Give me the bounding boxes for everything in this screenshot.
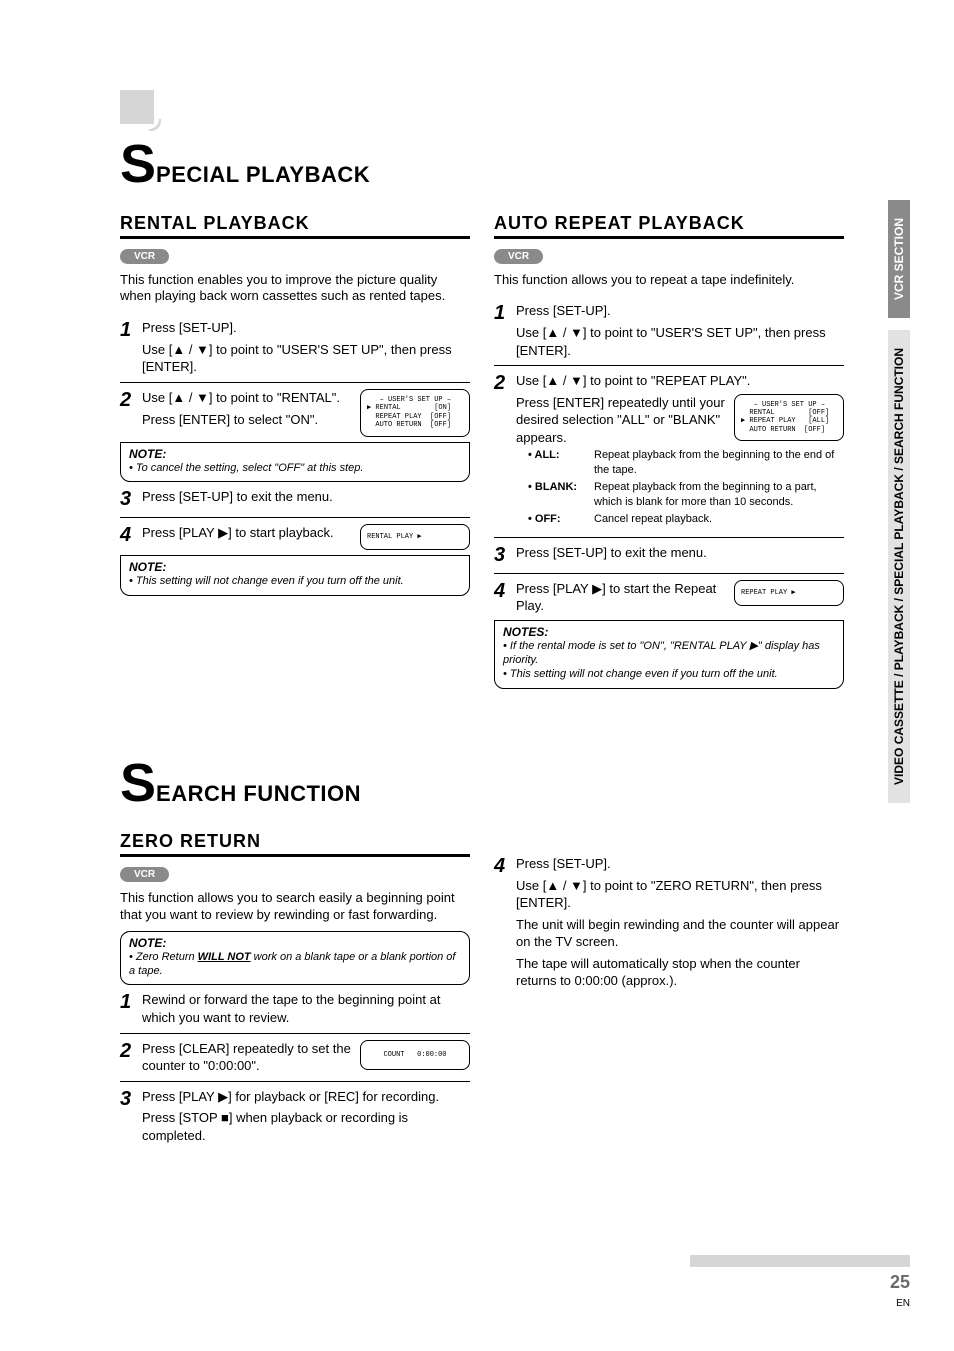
chapter-initial: S xyxy=(120,759,156,808)
option-label: • OFF: xyxy=(528,512,590,527)
option-desc: Repeat playback from the beginning to a … xyxy=(594,480,844,510)
page-corner-icon xyxy=(120,90,154,124)
step-text: Press [ENTER] to select "ON". xyxy=(142,411,352,429)
vcr-pill: VCR xyxy=(120,249,169,264)
page-lang: EN xyxy=(896,1298,910,1309)
note-body: • This setting will not change even if y… xyxy=(503,667,835,681)
option-desc: Repeat playback from the beginning to th… xyxy=(594,448,844,478)
chapter-initial: S xyxy=(120,140,156,189)
section-auto-repeat-playback: AUTO REPEAT PLAYBACK VCR This function a… xyxy=(494,203,844,689)
osd-screen: RENTAL PLAY ▶ xyxy=(360,524,470,550)
vcr-pill: VCR xyxy=(120,867,169,882)
chapter-title-search-function: S EARCH FUNCTION xyxy=(120,759,910,808)
step-number: 3 xyxy=(494,544,516,567)
step-number: 3 xyxy=(120,488,142,511)
step-3: 3 Press [SET-UP] to exit the menu. xyxy=(494,538,844,574)
option-label: • ALL: xyxy=(528,448,590,478)
note-text: • Zero Return xyxy=(129,951,198,963)
note-body: • If the rental mode is set to "ON", "RE… xyxy=(503,639,835,668)
step-1: 1 Rewind or forward the tape to the begi… xyxy=(120,985,470,1033)
note-title: NOTE: xyxy=(129,560,461,574)
step-number: 1 xyxy=(494,302,516,325)
section-intro: This function allows you to repeat a tap… xyxy=(494,272,844,289)
step-3: 3 Press [SET-UP] to exit the menu. xyxy=(120,482,470,518)
osd-screen: COUNT 0:00:00 xyxy=(360,1040,470,1070)
vcr-pill: VCR xyxy=(494,249,543,264)
step-number: 2 xyxy=(120,389,142,412)
chapter-rest: PECIAL PLAYBACK xyxy=(156,162,370,188)
step-1: 1 Press [SET-UP]. Use [▲ / ▼] to point t… xyxy=(494,296,844,366)
note-body: • This setting will not change even if y… xyxy=(129,574,461,588)
side-tab-breadcrumb: VIDEO CASSETTE / PLAYBACK / SPECIAL PLAY… xyxy=(888,330,910,803)
section-title: RENTAL PLAYBACK xyxy=(120,213,470,239)
side-tab-group: VCR SECTION VIDEO CASSETTE / PLAYBACK / … xyxy=(888,200,910,815)
section-intro: This function allows you to search easil… xyxy=(120,890,470,924)
step-text: Rewind or forward the tape to the beginn… xyxy=(142,991,470,1026)
step-text: Press [PLAY ▶] to start the Repeat Play. xyxy=(516,580,726,615)
step-4: 4 Press [SET-UP]. Use [▲ / ▼] to point t… xyxy=(494,849,844,996)
step-text: Press [SET-UP]. xyxy=(516,302,844,320)
side-tab-vcr-section: VCR SECTION xyxy=(888,200,910,318)
note-text-underline: WILL NOT xyxy=(198,951,251,963)
step-text: Press [SET-UP]. xyxy=(516,855,844,873)
option-label: • BLANK: xyxy=(528,480,590,510)
note-title: NOTE: xyxy=(129,936,461,950)
step-2: 2 Use [▲ / ▼] to point to "REPEAT PLAY".… xyxy=(494,366,844,537)
step-text: The tape will automatically stop when th… xyxy=(516,955,844,990)
note-box: NOTE: • Zero Return WILL NOT work on a b… xyxy=(120,931,470,986)
step-text: Press [CLEAR] repeatedly to set the coun… xyxy=(142,1040,352,1075)
step-text: Press [SET-UP] to exit the menu. xyxy=(516,544,844,562)
note-body: • To cancel the setting, select "OFF" at… xyxy=(129,461,461,475)
step-text: Press [SET-UP] to exit the menu. xyxy=(142,488,470,506)
section-zero-return-continued: 4 Press [SET-UP]. Use [▲ / ▼] to point t… xyxy=(494,821,844,1150)
step-number: 4 xyxy=(120,524,142,547)
step-4: 4 Press [PLAY ▶] to start playback. RENT… xyxy=(120,518,470,556)
note-box: NOTES: • If the rental mode is set to "O… xyxy=(494,620,844,689)
option-list: • ALL:Repeat playback from the beginning… xyxy=(516,448,844,526)
step-number: 2 xyxy=(494,372,516,395)
step-number: 1 xyxy=(120,991,142,1014)
osd-screen: – USER'S SET UP – RENTAL [OFF] ▶ REPEAT … xyxy=(734,394,844,442)
option-desc: Cancel repeat playback. xyxy=(594,512,712,527)
step-text: Use [▲ / ▼] to point to "RENTAL". xyxy=(142,389,352,407)
step-number: 4 xyxy=(494,580,516,603)
step-text: Use [▲ / ▼] to point to "USER'S SET UP",… xyxy=(516,324,844,359)
note-box: NOTE: • To cancel the setting, select "O… xyxy=(120,442,470,482)
step-text: Press [STOP ■] when playback or recordin… xyxy=(142,1109,470,1144)
chapter-rest: EARCH FUNCTION xyxy=(156,781,361,807)
section-zero-return: ZERO RETURN VCR This function allows you… xyxy=(120,821,470,1150)
osd-screen: REPEAT PLAY ▶ xyxy=(734,580,844,606)
section-title: AUTO REPEAT PLAYBACK xyxy=(494,213,844,239)
chapter-title-special-playback: S PECIAL PLAYBACK xyxy=(120,140,910,189)
step-1: 1 Press [SET-UP]. Use [▲ / ▼] to point t… xyxy=(120,313,470,383)
page-number: 25 xyxy=(890,1272,910,1292)
step-3: 3 Press [PLAY ▶] for playback or [REC] f… xyxy=(120,1082,470,1151)
step-text: Press [ENTER] repeatedly until your desi… xyxy=(516,394,726,447)
step-text: Press [PLAY ▶] to start playback. xyxy=(142,524,352,542)
step-text: Use [▲ / ▼] to point to "USER'S SET UP",… xyxy=(142,341,470,376)
section-intro: This function enables you to improve the… xyxy=(120,272,470,306)
step-2: 2 Press [CLEAR] repeatedly to set the co… xyxy=(120,1034,470,1082)
step-text: Press [PLAY ▶] for playback or [REC] for… xyxy=(142,1088,470,1106)
step-number: 3 xyxy=(120,1088,142,1111)
note-box: NOTE: • This setting will not change eve… xyxy=(120,555,470,595)
step-text: The unit will begin rewinding and the co… xyxy=(516,916,844,951)
note-title: NOTES: xyxy=(503,625,835,639)
step-text: Use [▲ / ▼] to point to "REPEAT PLAY". xyxy=(516,372,844,390)
step-text: Press [SET-UP]. xyxy=(142,319,470,337)
note-body: • Zero Return WILL NOT work on a blank t… xyxy=(129,950,461,979)
step-number: 4 xyxy=(494,855,516,878)
step-number: 1 xyxy=(120,319,142,342)
step-4: 4 Press [PLAY ▶] to start the Repeat Pla… xyxy=(494,574,844,621)
step-number: 2 xyxy=(120,1040,142,1063)
note-title: NOTE: xyxy=(129,447,461,461)
section-rental-playback: RENTAL PLAYBACK VCR This function enable… xyxy=(120,203,470,689)
osd-screen: – USER'S SET UP – ▶ RENTAL [ON] REPEAT P… xyxy=(360,389,470,437)
footer-bar-icon xyxy=(690,1255,910,1267)
page-footer: 25 EN xyxy=(690,1254,910,1311)
section-title: ZERO RETURN xyxy=(120,831,470,857)
step-text: Use [▲ / ▼] to point to "ZERO RETURN", t… xyxy=(516,877,844,912)
step-2: 2 Use [▲ / ▼] to point to "RENTAL". Pres… xyxy=(120,383,470,443)
